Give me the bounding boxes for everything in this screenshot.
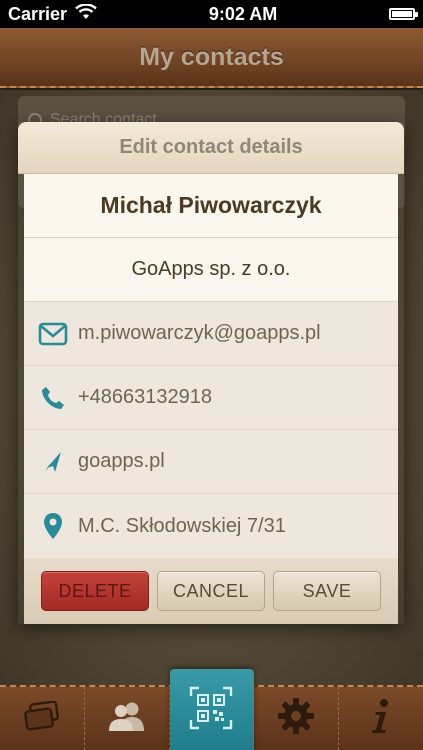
gear-icon xyxy=(277,697,315,740)
nav-bar: My contacts xyxy=(0,28,423,88)
email-value: m.piwowarczyk@goapps.pl xyxy=(78,322,321,344)
cards-icon xyxy=(23,700,61,736)
delete-button[interactable]: DELETE xyxy=(41,571,149,611)
status-bar: Carrier 9:02 AM xyxy=(0,0,423,28)
qr-code-icon xyxy=(189,686,233,735)
address-value: M.C. Skłodowskiej 7/31 xyxy=(78,514,286,537)
dialog-body: Michał Piwowarczyk GoApps sp. z o.o. m.p… xyxy=(24,174,398,558)
dialog-button-bar: DELETE CANCEL SAVE xyxy=(24,558,398,624)
tab-bar xyxy=(0,669,423,750)
status-left: Carrier xyxy=(8,2,97,25)
address-field[interactable]: M.C. Skłodowskiej 7/31 xyxy=(24,494,398,558)
name-field[interactable]: Michał Piwowarczyk xyxy=(24,174,398,238)
info-icon xyxy=(369,698,393,739)
battery-icon xyxy=(389,8,418,20)
mail-icon xyxy=(38,319,68,349)
tab-cards[interactable] xyxy=(0,687,85,750)
carrier-label: Carrier xyxy=(8,3,68,24)
contacts-icon xyxy=(105,700,149,737)
company-field[interactable]: GoApps sp. z o.o. xyxy=(24,238,398,302)
status-right xyxy=(389,8,418,20)
email-field[interactable]: m.piwowarczyk@goapps.pl xyxy=(24,302,398,366)
phone-field[interactable]: +48663132918 xyxy=(24,366,398,430)
location-arrow-icon xyxy=(38,447,68,477)
wifi-icon xyxy=(75,2,97,25)
cancel-button[interactable]: CANCEL xyxy=(157,571,265,611)
tab-settings[interactable] xyxy=(254,687,340,750)
contact-name: Michał Piwowarczyk xyxy=(100,192,322,218)
edit-contact-dialog: Edit contact details Michał Piwowarczyk … xyxy=(18,122,404,624)
tab-qr-code[interactable] xyxy=(169,669,255,750)
tab-contacts[interactable] xyxy=(85,687,170,750)
dialog-title: Edit contact details xyxy=(119,136,303,158)
phone-icon xyxy=(38,383,68,413)
tab-info[interactable] xyxy=(339,687,423,750)
website-field[interactable]: goapps.pl xyxy=(24,430,398,494)
phone-value: +48663132918 xyxy=(78,386,213,408)
contact-company: GoApps sp. z o.o. xyxy=(131,258,291,280)
map-pin-icon xyxy=(38,511,68,541)
status-time: 9:02 AM xyxy=(208,3,278,24)
save-button[interactable]: SAVE xyxy=(273,571,381,611)
page-title: My contacts xyxy=(139,42,284,71)
dialog-header: Edit contact details xyxy=(18,122,404,174)
website-value: goapps.pl xyxy=(78,450,165,472)
battery-fill xyxy=(392,11,412,17)
